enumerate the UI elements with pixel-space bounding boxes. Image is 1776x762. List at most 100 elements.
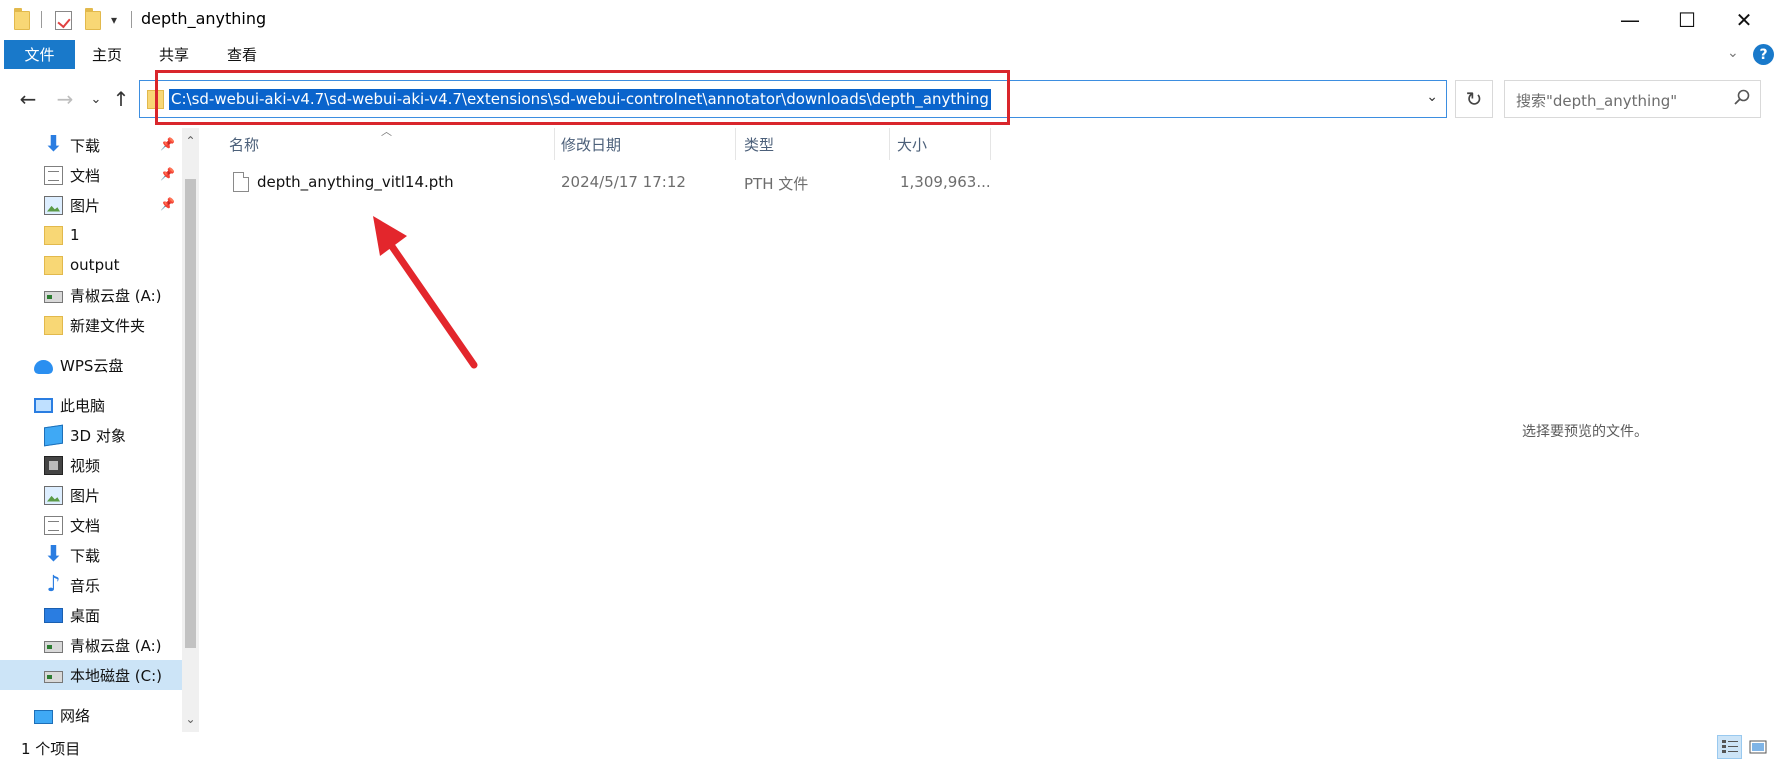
maximize-button[interactable]: ☐ [1665, 6, 1709, 34]
sidebar-item-label: 3D 对象 [70, 426, 126, 445]
sidebar-item-documents[interactable]: 文档 [0, 510, 184, 540]
sidebar-item-this-pc[interactable]: 此电脑 [0, 390, 184, 420]
sidebar-item-label: 1 [70, 226, 80, 244]
scrollbar-thumb[interactable] [185, 179, 196, 648]
address-history-chevron-icon[interactable]: ⌄ [1426, 89, 1438, 105]
picture-icon [44, 195, 63, 215]
window-folder-icon [14, 7, 30, 31]
file-modified: 2024/5/17 17:12 [561, 173, 686, 191]
tab-home[interactable]: 主页 [92, 40, 122, 69]
sidebar-item-output[interactable]: output [0, 250, 184, 280]
drive-icon [44, 641, 63, 653]
search-input[interactable]: 搜索"depth_anything" [1504, 80, 1761, 118]
status-bar: 1 个项目 [0, 735, 1776, 762]
sidebar-item-downloads[interactable]: ⬇ 下载 [0, 540, 184, 570]
sidebar-item-wps-cloud[interactable]: WPS云盘 [0, 350, 184, 380]
sidebar-item-label: 本地磁盘 (C:) [70, 666, 162, 685]
drive-icon [44, 291, 63, 303]
scroll-up-chevron-icon[interactable]: ⌃ [184, 134, 197, 150]
sidebar-item-new-folder[interactable]: 新建文件夹 [0, 310, 184, 340]
table-row[interactable]: depth_anything_vitl14.pth 2024/5/17 17:1… [226, 168, 991, 198]
3d-objects-icon [44, 424, 63, 446]
properties-icon[interactable] [55, 9, 72, 31]
navigation-scrollbar[interactable]: ⌃ ⌄ [182, 128, 199, 732]
title-divider [131, 11, 132, 28]
sidebar-item-documents-pinned[interactable]: 文档 [0, 160, 184, 190]
tab-file[interactable]: 文件 [4, 40, 75, 69]
address-row: ← → ⌄ ↑ C:\sd-webui-aki-v4.7\sd-webui-ak… [0, 76, 1776, 124]
sidebar-item-downloads-pinned[interactable]: ⬇ 下载 [0, 130, 184, 160]
navigation-pane: ⬇ 下载 📌 文档 📌 图片 📌 1 output 青椒云盘 (A:) 新建文件夹… [0, 128, 204, 732]
pin-icon: 📌 [160, 137, 175, 151]
preview-pane-message: 选择要预览的文件。 [1522, 424, 1648, 440]
pin-icon: 📌 [160, 167, 175, 181]
column-header-size[interactable]: 大小 [897, 128, 927, 160]
file-type: PTH 文件 [744, 175, 809, 193]
column-divider[interactable] [990, 128, 991, 160]
column-header-type[interactable]: 类型 [744, 128, 774, 160]
sidebar-item-pictures[interactable]: 图片 [0, 480, 184, 510]
item-count: 1 个项目 [21, 740, 81, 758]
sidebar-item-network[interactable]: 网络 [0, 700, 184, 730]
file-size: 1,309,963... [900, 173, 991, 191]
sidebar-item-music[interactable]: ♪ 音乐 [0, 570, 184, 600]
download-icon: ⬇ [44, 131, 63, 157]
sidebar-item-folder-1[interactable]: 1 [0, 220, 184, 250]
local-disk-icon [44, 671, 63, 683]
sidebar-item-qingjiao-drive[interactable]: 青椒云盘 (A:) [0, 280, 184, 310]
folder-icon [44, 225, 63, 245]
file-explorer-window: ▾ depth_anything — ☐ ✕ 文件 主页 共享 查看 ⌄ ? ←… [0, 0, 1776, 762]
column-divider[interactable] [889, 128, 890, 160]
ribbon-tabs: 文件 主页 共享 查看 ⌄ ? [0, 40, 1776, 70]
column-header-modified[interactable]: 修改日期 [561, 128, 621, 160]
up-button[interactable]: ↑ [109, 86, 133, 112]
pin-icon: 📌 [160, 197, 175, 211]
help-icon[interactable]: ? [1753, 44, 1774, 65]
address-path[interactable]: C:\sd-webui-aki-v4.7\sd-webui-aki-v4.7\e… [169, 89, 991, 110]
sidebar-item-label: 此电脑 [60, 396, 106, 415]
window-title: depth_anything [141, 9, 267, 28]
search-placeholder: 搜索"depth_anything" [1516, 92, 1678, 110]
column-divider[interactable] [554, 128, 555, 160]
video-icon [44, 455, 63, 475]
large-icons-view-button[interactable] [1745, 735, 1770, 759]
ribbon-collapse-chevron-icon[interactable]: ⌄ [1727, 45, 1739, 61]
column-header-name[interactable]: 名称 [229, 128, 259, 160]
music-icon: ♪ [46, 571, 61, 597]
search-icon[interactable] [1734, 89, 1750, 105]
annotation-arrow-icon [373, 216, 478, 369]
sidebar-item-label: 下载 [70, 546, 101, 565]
folder-icon [44, 255, 63, 275]
minimize-button[interactable]: — [1608, 6, 1652, 34]
sidebar-item-pictures-pinned[interactable]: 图片 [0, 190, 184, 220]
sidebar-item-qingjiao-drive-pc[interactable]: 青椒云盘 (A:) [0, 630, 184, 660]
sidebar-item-label: 图片 [70, 196, 101, 215]
sidebar-item-local-disk-c[interactable]: 本地磁盘 (C:) [0, 660, 184, 690]
address-bar[interactable]: C:\sd-webui-aki-v4.7\sd-webui-aki-v4.7\e… [139, 80, 1447, 118]
scroll-down-chevron-icon[interactable]: ⌄ [184, 712, 197, 728]
sort-ascending-icon: ︿ [381, 125, 392, 138]
column-divider[interactable] [735, 128, 736, 160]
folder-icon [44, 315, 63, 335]
cloud-icon [34, 359, 53, 374]
sidebar-item-desktop[interactable]: 桌面 [0, 600, 184, 630]
recent-locations-chevron-icon[interactable]: ⌄ [84, 86, 108, 112]
sidebar-item-3d-objects[interactable]: 3D 对象 [0, 420, 184, 450]
back-button[interactable]: ← [16, 86, 40, 112]
tab-view[interactable]: 查看 [227, 40, 257, 69]
download-icon: ⬇ [44, 541, 63, 567]
tab-share[interactable]: 共享 [159, 40, 189, 69]
computer-icon [34, 397, 53, 413]
details-view-button[interactable] [1717, 735, 1742, 759]
forward-button[interactable]: → [53, 86, 77, 112]
picture-icon [44, 485, 63, 505]
refresh-button[interactable]: ↻ [1455, 80, 1493, 118]
sidebar-item-label: 网络 [60, 706, 91, 725]
close-button[interactable]: ✕ [1722, 6, 1766, 34]
sidebar-item-videos[interactable]: 视频 [0, 450, 184, 480]
sidebar-item-label: 新建文件夹 [70, 316, 146, 335]
sidebar-item-label: WPS云盘 [60, 356, 124, 375]
customize-toolbar-chevron-icon[interactable]: ▾ [111, 9, 117, 31]
new-folder-icon[interactable] [85, 7, 101, 31]
file-name[interactable]: depth_anything_vitl14.pth [257, 173, 454, 191]
